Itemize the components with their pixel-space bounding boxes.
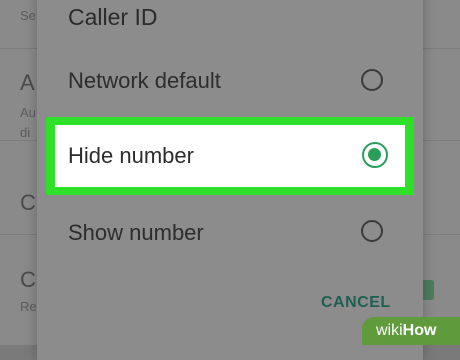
radio-button[interactable] — [361, 69, 383, 91]
radio-dot-icon — [368, 148, 381, 161]
highlight-frame: Hide number — [46, 117, 414, 195]
radio-button[interactable] — [361, 220, 383, 242]
watermark-text: wikiHow — [376, 322, 437, 339]
option-label: Network default — [68, 68, 221, 93]
wikihow-watermark: wikiHow — [362, 317, 460, 345]
option-hide-number[interactable]: Hide number — [55, 125, 405, 187]
settings-row-title: A — [20, 70, 35, 95]
settings-row-title: C — [20, 190, 36, 215]
radio-button-selected[interactable] — [362, 142, 388, 168]
dialog-title: Caller ID — [68, 4, 158, 30]
option-label: Hide number — [68, 143, 194, 168]
settings-row-subtitle: Se — [20, 8, 36, 23]
cancel-button[interactable]: CANCEL — [321, 294, 391, 312]
settings-row-subtitle: di — [20, 125, 31, 140]
settings-row-title: C — [20, 267, 36, 292]
option-label: Show number — [68, 220, 204, 245]
settings-row-subtitle: Au — [20, 105, 36, 120]
settings-row-subtitle: Re — [20, 299, 37, 314]
